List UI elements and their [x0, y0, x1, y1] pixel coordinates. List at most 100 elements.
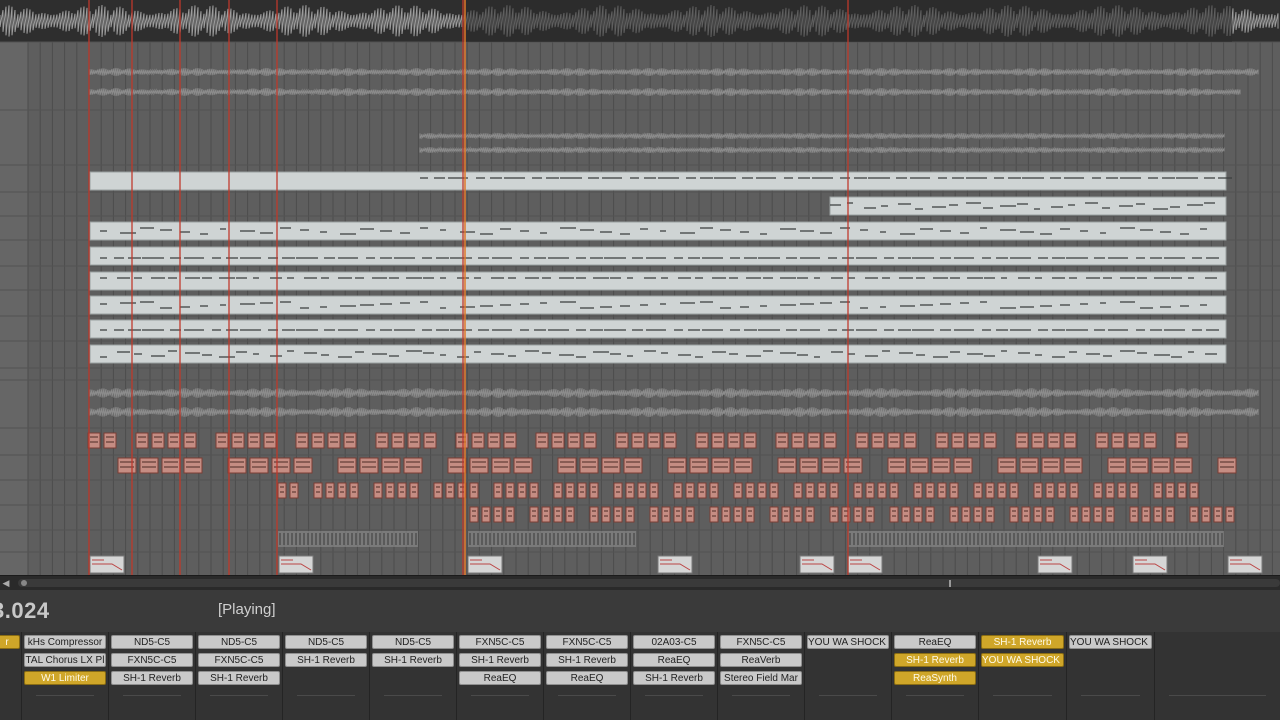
fx-slot[interactable]: SH-1 Reverb: [633, 671, 715, 685]
fx-slot[interactable]: SH-1 Reverb: [198, 671, 280, 685]
drum-item: [579, 457, 599, 474]
mixer-strip[interactable]: 02A03-C5 ReaEQ SH-1 Reverb: [631, 632, 718, 720]
fx-slot[interactable]: Stereo Field Mar: [720, 671, 802, 685]
drum-item: [757, 482, 767, 499]
mixer-strip[interactable]: ND5-C5 SH-1 Reverb: [283, 632, 370, 720]
drum-item: [745, 482, 755, 499]
scroll-left-icon[interactable]: ◀: [1, 578, 11, 588]
drum-item: [551, 432, 565, 449]
mixer-strip[interactable]: FXN5C-C5 SH-1 Reverb ReaEQ: [544, 632, 631, 720]
drum-item: [865, 482, 875, 499]
time-position[interactable]: 3.024: [0, 598, 50, 624]
mixer-strip[interactable]: ND5-C5 FXN5C-C5 SH-1 Reverb: [109, 632, 196, 720]
drum-item: [829, 482, 839, 499]
mixer-strip[interactable]: r: [0, 632, 22, 720]
fx-slot[interactable]: SH-1 Reverb: [459, 653, 541, 667]
drum-item: [1081, 506, 1091, 523]
fx-slot[interactable]: ReaEQ: [633, 653, 715, 667]
drum-item: [625, 482, 635, 499]
drum-item: [553, 506, 563, 523]
fx-slot[interactable]: YOU WA SHOCK !: [807, 635, 889, 649]
drum-item: [623, 457, 643, 474]
scrollbar-grip-icon: [21, 580, 27, 586]
drum-item: [709, 506, 719, 523]
scrollbar-thumb[interactable]: [18, 579, 1280, 587]
fx-slot[interactable]: SH-1 Reverb: [981, 635, 1064, 649]
fx-slot[interactable]: r: [0, 635, 20, 649]
fx-slot[interactable]: ReaEQ: [546, 671, 628, 685]
fx-slot[interactable]: FXN5C-C5: [111, 653, 193, 667]
fx-slot[interactable]: 02A03-C5: [633, 635, 715, 649]
drum-item: [973, 482, 983, 499]
fx-slot[interactable]: ND5-C5: [372, 635, 454, 649]
drum-item: [373, 482, 383, 499]
fx-slot[interactable]: FXN5C-C5: [546, 635, 628, 649]
drum-item: [135, 432, 149, 449]
arrange-view[interactable]: [0, 0, 1280, 575]
fx-slot[interactable]: FXN5C-C5: [198, 653, 280, 667]
fx-slot[interactable]: ReaEQ: [894, 635, 976, 649]
fx-slot[interactable]: ReaVerb: [720, 653, 802, 667]
drum-item: [631, 432, 645, 449]
mixer-strip[interactable]: YOU WA SHOCK !: [805, 632, 892, 720]
mixer-strip[interactable]: YOU WA SHOCK !: [1067, 632, 1155, 720]
drum-item: [901, 506, 911, 523]
drum-item: [1129, 457, 1149, 474]
track-lanes[interactable]: [0, 0, 1280, 575]
fx-slot[interactable]: YOU WA SHOCK !: [981, 653, 1064, 667]
drum-item: [1165, 506, 1175, 523]
drum-item: [961, 506, 971, 523]
fx-slot[interactable]: SH-1 Reverb: [372, 653, 454, 667]
strip-divider: [123, 695, 181, 696]
drum-item: [337, 457, 357, 474]
hat-item: [468, 531, 636, 547]
drum-item: [903, 432, 917, 449]
horizontal-scrollbar[interactable]: ◀: [0, 575, 1280, 590]
drum-item: [1175, 432, 1189, 449]
fx-slot[interactable]: SH-1 Reverb: [546, 653, 628, 667]
drum-item: [727, 432, 741, 449]
drum-item: [841, 506, 851, 523]
fx-slot[interactable]: FXN5C-C5: [720, 635, 802, 649]
fx-slot[interactable]: W1 Limiter: [24, 671, 106, 685]
mixer-strip[interactable]: kHs Compressor TAL Chorus LX Pl W1 Limiter: [22, 632, 109, 720]
drum-item: [337, 482, 347, 499]
fx-slot[interactable]: SH-1 Reverb: [111, 671, 193, 685]
drum-item: [263, 432, 277, 449]
fx-slot[interactable]: YOU WA SHOCK !: [1069, 635, 1152, 649]
fx-slot[interactable]: SH-1 Reverb: [285, 653, 367, 667]
drum-item: [985, 482, 995, 499]
mixer-strip[interactable]: ReaEQ SH-1 Reverb ReaSynth: [892, 632, 979, 720]
drum-item: [1069, 506, 1079, 523]
strip-divider: [210, 695, 268, 696]
drum-item: [745, 506, 755, 523]
fx-slot[interactable]: ND5-C5: [285, 635, 367, 649]
drum-item: [1009, 482, 1019, 499]
fx-slot[interactable]: ND5-C5: [111, 635, 193, 649]
drum-item: [661, 506, 671, 523]
mixer-strip[interactable]: ND5-C5 SH-1 Reverb: [370, 632, 457, 720]
fx-slot[interactable]: kHs Compressor: [24, 635, 106, 649]
drum-item: [985, 506, 995, 523]
strip-divider: [1081, 695, 1140, 696]
midi-item: [89, 246, 1227, 266]
drum-item: [385, 482, 395, 499]
mixer-strip[interactable]: SH-1 Reverb YOU WA SHOCK !: [979, 632, 1067, 720]
mixer-panel: r kHs Compressor TAL Chorus LX Pl W1 Limite…: [0, 632, 1280, 720]
fx-slot[interactable]: ND5-C5: [198, 635, 280, 649]
drum-item: [877, 482, 887, 499]
drum-item: [469, 506, 479, 523]
fx-slot[interactable]: FXN5C-C5: [459, 635, 541, 649]
strip-divider: [384, 695, 442, 696]
fx-slot[interactable]: ReaSynth: [894, 671, 976, 685]
drum-item: [1033, 506, 1043, 523]
drum-item: [667, 457, 687, 474]
mixer-strip[interactable]: [1155, 632, 1280, 720]
mixer-strip[interactable]: FXN5C-C5 SH-1 Reverb ReaEQ: [457, 632, 544, 720]
fx-slot[interactable]: SH-1 Reverb: [894, 653, 976, 667]
fx-slot[interactable]: ReaEQ: [459, 671, 541, 685]
mixer-strip[interactable]: ND5-C5 FXN5C-C5 SH-1 Reverb: [196, 632, 283, 720]
fx-slot[interactable]: TAL Chorus LX Pl: [24, 653, 106, 667]
mixer-strip[interactable]: FXN5C-C5 ReaVerb Stereo Field Mar: [718, 632, 805, 720]
drum-item: [1063, 457, 1083, 474]
